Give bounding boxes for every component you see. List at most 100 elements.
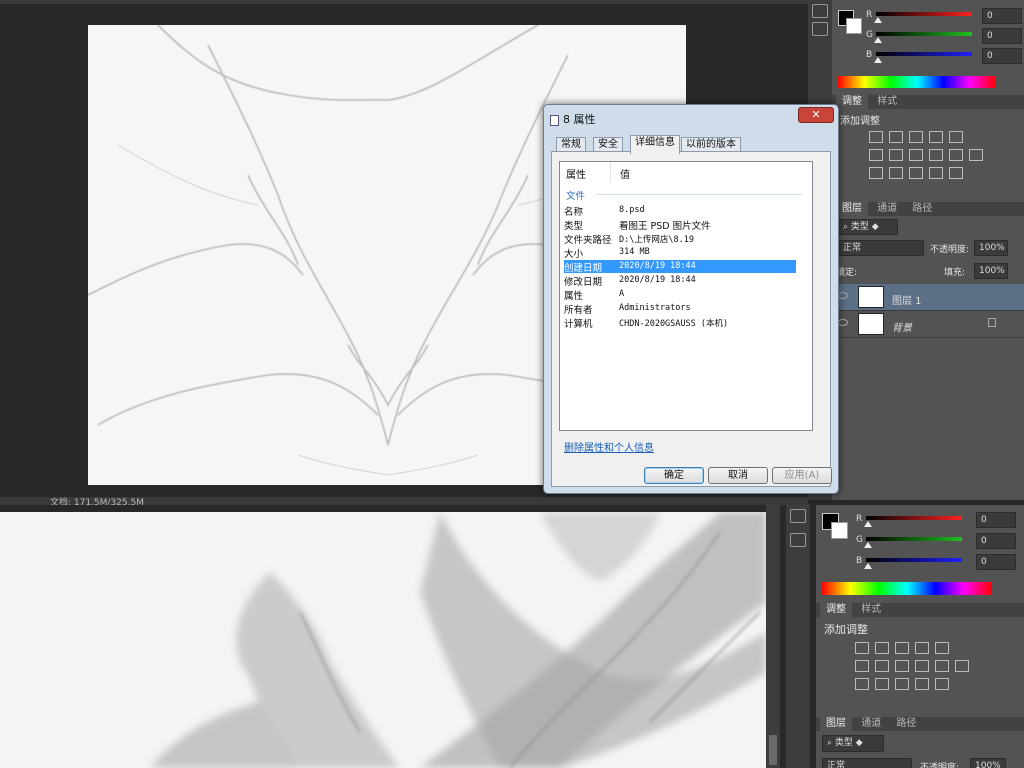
exposure-icon[interactable] [915,642,929,654]
tab-paths[interactable]: 路径 [890,717,922,731]
vibrance-icon[interactable] [949,131,963,143]
slider-handle[interactable] [874,37,882,43]
vibrance-icon[interactable] [935,642,949,654]
slider-handle[interactable] [864,521,872,527]
tab-adjust[interactable]: 调整 [820,603,852,617]
slider-handle[interactable] [864,542,872,548]
list-item[interactable]: 计算机 CHDN-2020GSAUSS (本机) [564,316,796,330]
color-spectrum[interactable] [838,76,996,88]
close-button[interactable]: ✕ [798,107,834,123]
curves-icon[interactable] [895,642,909,654]
properties-icon[interactable] [812,22,828,36]
slider-handle[interactable] [864,563,872,569]
invert-icon[interactable] [855,678,869,690]
tab-adjust[interactable]: 调整 [836,95,868,109]
slider-g[interactable]: G 0 [862,28,1024,48]
g-value-field[interactable]: 0 [982,28,1022,44]
selective-color-icon[interactable] [929,167,943,179]
slider-g[interactable]: G 0 [852,533,1024,554]
remove-properties-link[interactable]: 删除属性和个人信息 [564,439,654,454]
lookup-icon[interactable] [969,149,983,161]
history-icon[interactable] [812,4,828,18]
opacity-field[interactable]: 100% [974,240,1008,256]
layer-name[interactable]: 背景 [892,319,912,334]
slider-b[interactable]: B 0 [862,48,1024,68]
slider-b[interactable]: B 0 [852,554,1024,575]
r-value-field[interactable]: 0 [982,8,1022,24]
balance-icon[interactable] [889,149,903,161]
r-value-field[interactable]: 0 [976,512,1016,528]
column-header-property[interactable]: 属性 [566,166,586,181]
channel-mixer-icon[interactable] [935,660,949,672]
tab-paths[interactable]: 路径 [906,202,938,216]
layer-name[interactable]: 图层 1 [892,292,922,307]
posterize-icon[interactable] [875,678,889,690]
photo-filter-icon[interactable] [915,660,929,672]
list-item[interactable]: 所有者 Administrators [564,302,796,316]
lookup-icon[interactable] [955,660,969,672]
bw-icon[interactable] [895,660,909,672]
list-item[interactable]: 大小 314 MB [564,246,796,260]
list-item[interactable]: 修改日期 2020/8/19 18:44 [564,274,796,288]
exposure-icon[interactable] [929,131,943,143]
tab-details[interactable]: 详细信息 [630,135,680,154]
balance-icon[interactable] [875,660,889,672]
threshold-icon[interactable] [909,167,923,179]
visibility-icon[interactable] [838,319,848,326]
layer-row[interactable]: 图层 1 [832,284,1024,311]
g-value-field[interactable]: 0 [976,533,1016,549]
layer-kind-filter[interactable]: ⌕ 类型 ◆ [838,219,898,235]
hue-icon[interactable] [855,660,869,672]
slider-r[interactable]: R 0 [862,8,1024,28]
channel-mixer-icon[interactable] [949,149,963,161]
cancel-button[interactable]: 取消 [708,467,768,484]
b-value-field[interactable]: 0 [976,554,1016,570]
curves-icon[interactable] [909,131,923,143]
tab-channels[interactable]: 通道 [855,717,887,731]
opacity-field[interactable]: 100% [970,758,1006,768]
tab-channels[interactable]: 通道 [871,202,903,216]
gradient-map-icon[interactable] [949,167,963,179]
invert-icon[interactable] [869,167,883,179]
properties-icon[interactable] [790,533,806,547]
scrollbar-thumb[interactable] [769,735,777,765]
layer-kind-filter[interactable]: ⌕ 类型 ◆ [822,735,884,752]
list-item[interactable]: 类型 看图王 PSD 图片文件 [564,218,796,232]
details-list[interactable]: 属性 值 文件 名称 8.psd 类型 看图王 PSD 图片文件 文件夹路径 D:\上… [559,161,813,431]
tab-layers[interactable]: 图层 [820,717,852,731]
background-swatch[interactable] [831,522,848,539]
color-spectrum[interactable] [822,582,992,595]
levels-icon[interactable] [875,642,889,654]
list-item[interactable]: 属性 A [564,288,796,302]
gradient-map-icon[interactable] [935,678,949,690]
layer-row[interactable]: 背景 [832,311,1024,338]
bw-icon[interactable] [909,149,923,161]
slider-r[interactable]: R 0 [852,512,1024,533]
selective-color-icon[interactable] [915,678,929,690]
apply-button[interactable]: 应用(A) [772,467,832,484]
slider-handle[interactable] [874,57,882,63]
tab-layers[interactable]: 图层 [836,202,868,216]
threshold-icon[interactable] [895,678,909,690]
visibility-icon[interactable] [838,292,848,299]
brightness-icon[interactable] [855,642,869,654]
fill-field[interactable]: 100% [974,263,1008,279]
blend-mode-select[interactable]: 正常 [822,758,912,768]
photo-filter-icon[interactable] [929,149,943,161]
ok-button[interactable]: 确定 [644,467,704,484]
list-item[interactable]: 文件夹路径 D:\上传网店\8.19 [564,232,796,246]
posterize-icon[interactable] [889,167,903,179]
column-header-value[interactable]: 值 [620,166,630,181]
blend-mode-select[interactable]: 正常 [838,240,924,256]
document-canvas-zoomed[interactable] [0,512,766,768]
hue-icon[interactable] [869,149,883,161]
history-icon[interactable] [790,509,806,523]
slider-handle[interactable] [874,17,882,23]
brightness-icon[interactable] [869,131,883,143]
column-divider[interactable] [610,162,611,182]
levels-icon[interactable] [889,131,903,143]
tab-styles[interactable]: 样式 [871,95,903,109]
b-value-field[interactable]: 0 [982,48,1022,64]
background-swatch[interactable] [846,18,862,34]
tab-styles[interactable]: 样式 [855,603,887,617]
